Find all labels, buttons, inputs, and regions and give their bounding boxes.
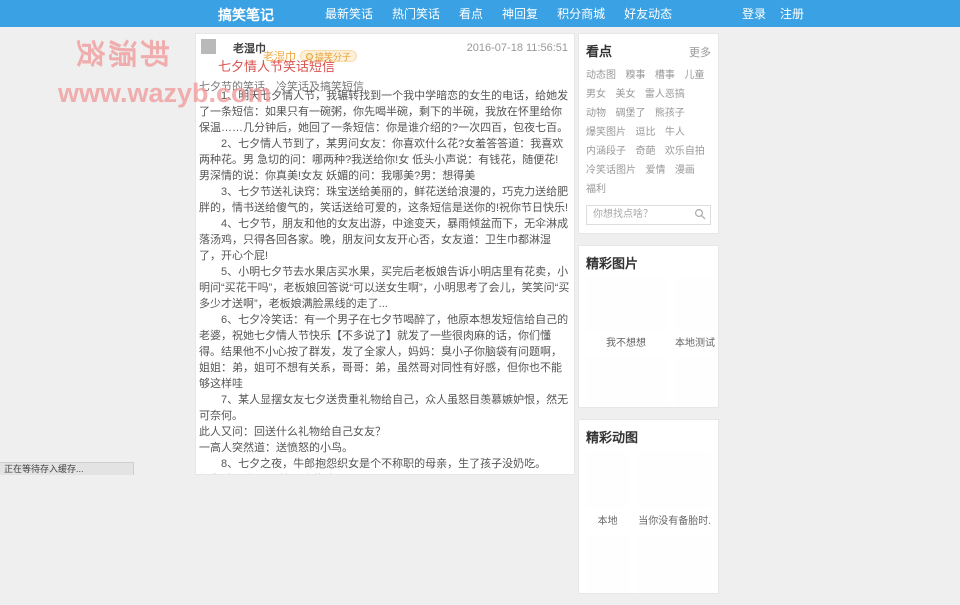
search-box bbox=[586, 204, 711, 225]
hotspots-title: 看点 bbox=[586, 44, 613, 59]
article-paragraph: 4、七夕节，朋友和他的女友出游，中途变天，暴雨倾盆而下，无伞淋成落汤鸡，只得各回… bbox=[199, 218, 569, 262]
browser-status-bar: 正在等待存入缓存... bbox=[0, 462, 134, 475]
tag-link[interactable]: 欢乐自拍 bbox=[665, 143, 705, 160]
photo-thumbnail[interactable] bbox=[675, 276, 715, 331]
tag-link[interactable]: 冷笑话图片 bbox=[586, 162, 636, 179]
gif-thumbnail[interactable] bbox=[638, 450, 711, 509]
tag-link[interactable]: 爱情 bbox=[645, 162, 665, 179]
tag-cloud: 动态图 糗事 槽事 儿童 男女 美女 雷人恶搞 动物 碉堡了 熊孩子 爆笑图片 … bbox=[586, 65, 711, 198]
top-navbar: 搞笑笔记 最新笑话 热门笑话 看点 神回复 积分商城 好友动态 登录 注册 bbox=[0, 0, 960, 27]
article-paragraph: 6、七夕冷笑话：有一个男子在七夕节喝醉了，他原本想发短信给自己的老婆，祝她七夕情… bbox=[199, 314, 569, 390]
photos-grid: 我不想想 本地测试 是时候放个视频了 测试多图 bbox=[586, 276, 715, 407]
post-subtitle: 七夕节的笑话、冷笑话及搞笑短信 bbox=[199, 81, 364, 93]
main-nav: 最新笑话 热门笑话 看点 神回复 积分商城 好友动态 bbox=[325, 0, 672, 27]
nav-item-replies[interactable]: 神回复 bbox=[502, 5, 538, 22]
tag-link[interactable]: 槽事 bbox=[655, 67, 675, 84]
tag-link[interactable]: 美女 bbox=[615, 86, 635, 103]
article-card: 老湿巾 老湿巾 搞笑分子 2016-07-18 11:56:51 七夕情人节笑话… bbox=[195, 33, 575, 475]
sidebar: 看点 更多 动态图 糗事 槽事 儿童 男女 美女 雷人恶搞 动物 碉堡了 熊孩子… bbox=[578, 33, 719, 605]
tag-link[interactable]: 逗比 bbox=[635, 124, 655, 141]
photo-thumbnail[interactable] bbox=[586, 276, 666, 331]
photo-item[interactable]: 是时候放个视频了 bbox=[586, 356, 666, 407]
gif-thumbnail[interactable] bbox=[586, 450, 630, 509]
nav-item-hot-jokes[interactable]: 热门笑话 bbox=[392, 5, 440, 22]
photo-thumbnail[interactable] bbox=[675, 356, 715, 407]
tag-link[interactable]: 糗事 bbox=[625, 67, 645, 84]
article-paragraph: 8、七夕之夜，牛郎抱怨织女是个不称职的母亲，生了孩子没奶吃。 bbox=[221, 458, 547, 470]
photo-caption[interactable]: 我不想想 bbox=[586, 334, 666, 349]
tag-link[interactable]: 爆笑图片 bbox=[586, 124, 626, 141]
nav-item-points-mall[interactable]: 积分商城 bbox=[557, 5, 605, 22]
photo-caption[interactable]: 本地测试 bbox=[675, 334, 715, 349]
gif-thumbnail[interactable] bbox=[586, 534, 630, 593]
hotspots-header: 看点 更多 bbox=[586, 41, 711, 60]
gif-caption[interactable]: 本地 bbox=[586, 512, 629, 527]
author-name[interactable]: 老湿巾 bbox=[233, 40, 266, 56]
nav-item-highlights[interactable]: 看点 bbox=[459, 5, 483, 22]
photo-thumbnail[interactable] bbox=[586, 356, 666, 407]
gif-item[interactable]: 人在哪里 bbox=[586, 534, 630, 593]
nav-item-latest-jokes[interactable]: 最新笑话 bbox=[325, 5, 373, 22]
gifs-card: 精彩动图 本地 当你没有备胎时. 人在哪里 七牛云 bbox=[578, 418, 719, 594]
tag-link[interactable]: 奇葩 bbox=[635, 143, 655, 160]
photo-item[interactable]: 本地测试 bbox=[675, 276, 715, 349]
gifs-header: 精彩动图 bbox=[586, 427, 711, 446]
article-paragraph: 2、七夕情人节到了，某男问女友：你喜欢什么花?女羞答答道：我喜欢两种花。男 急切… bbox=[199, 138, 564, 182]
gif-item[interactable]: 七牛云 bbox=[638, 534, 711, 593]
post-title[interactable]: 七夕情人节笑话短信 bbox=[218, 56, 335, 75]
article-paragraph: 3、七夕节送礼诀窍：珠宝送给美丽的，鲜花送给浪漫的，巧克力送给肥胖的，情书送给傻… bbox=[199, 186, 569, 214]
gif-thumbnail[interactable] bbox=[638, 534, 711, 593]
article-body: 1、明天七夕情人节，我辗转找到一个我中学暗恋的女生的电话，给她发了一条短信：如果… bbox=[196, 86, 574, 474]
gifs-title: 精彩动图 bbox=[586, 429, 639, 445]
gif-caption[interactable]: 当你没有备胎时. bbox=[638, 512, 711, 527]
tag-link[interactable]: 熊孩子 bbox=[655, 105, 685, 122]
tag-link[interactable]: 福利 bbox=[586, 181, 606, 198]
gif-item[interactable]: 当你没有备胎时. bbox=[638, 450, 711, 527]
search-icon[interactable] bbox=[694, 208, 706, 220]
photos-header: 精彩图片 bbox=[586, 253, 711, 272]
article-paragraph: 1、明天七夕情人节，我辗转找到一个我中学暗恋的女生的电话，给她发了一条短信：如果… bbox=[199, 90, 569, 134]
hotspots-card: 看点 更多 动态图 糗事 槽事 儿童 男女 美女 雷人恶搞 动物 碉堡了 熊孩子… bbox=[578, 33, 719, 234]
tag-link[interactable]: 儿童 bbox=[684, 67, 704, 84]
photo-item[interactable]: 测试多图 bbox=[675, 356, 715, 407]
tag-link[interactable]: 男女 bbox=[586, 86, 606, 103]
tag-link[interactable]: 漫画 bbox=[675, 162, 695, 179]
article-paragraph: 此人又问：回送什么礼物给自己女友？ bbox=[199, 426, 386, 438]
article-paragraph: 7、某人显摆女友七夕送贵重礼物给自己，众人虽怒目羡慕嫉妒恨，然无可奈何。 bbox=[199, 394, 569, 422]
article-paragraph: 一高人突然道：送愤怒的小鸟。 bbox=[199, 442, 353, 454]
tag-link[interactable]: 动态图 bbox=[586, 67, 616, 84]
search-input[interactable] bbox=[586, 204, 711, 225]
photos-card: 精彩图片 我不想想 本地测试 是时候放个视频了 测试多图 bbox=[578, 244, 719, 408]
login-link[interactable]: 登录 bbox=[742, 5, 766, 22]
tag-link[interactable]: 内涵段子 bbox=[586, 143, 626, 160]
article-paragraph: 5、小明七夕节去水果店买水果，买完后老板娘告诉小明店里有花卖，小明问“买花干吗”… bbox=[199, 266, 570, 310]
gifs-grid: 本地 当你没有备胎时. 人在哪里 七牛云 bbox=[586, 450, 711, 593]
tag-link[interactable]: 雷人恶搞 bbox=[645, 86, 685, 103]
tag-link[interactable]: 牛人 bbox=[665, 124, 685, 141]
author-avatar[interactable] bbox=[201, 39, 216, 54]
gif-item[interactable]: 本地 bbox=[586, 450, 630, 527]
photo-item[interactable]: 我不想想 bbox=[586, 276, 666, 349]
auth-links: 登录 注册 bbox=[742, 0, 804, 27]
hotspots-more-link[interactable]: 更多 bbox=[689, 44, 711, 60]
register-link[interactable]: 注册 bbox=[780, 5, 804, 22]
post-date: 2016-07-18 11:56:51 bbox=[466, 42, 568, 54]
tag-link[interactable]: 碉堡了 bbox=[615, 105, 645, 122]
post-header: 老湿巾 老湿巾 搞笑分子 2016-07-18 11:56:51 七夕情人节笑话… bbox=[196, 34, 574, 93]
tag-link[interactable]: 动物 bbox=[586, 105, 606, 122]
photos-title: 精彩图片 bbox=[586, 255, 639, 271]
nav-item-friend-activity[interactable]: 好友动态 bbox=[624, 5, 672, 22]
site-logo[interactable]: 搞笑笔记 bbox=[218, 5, 274, 25]
